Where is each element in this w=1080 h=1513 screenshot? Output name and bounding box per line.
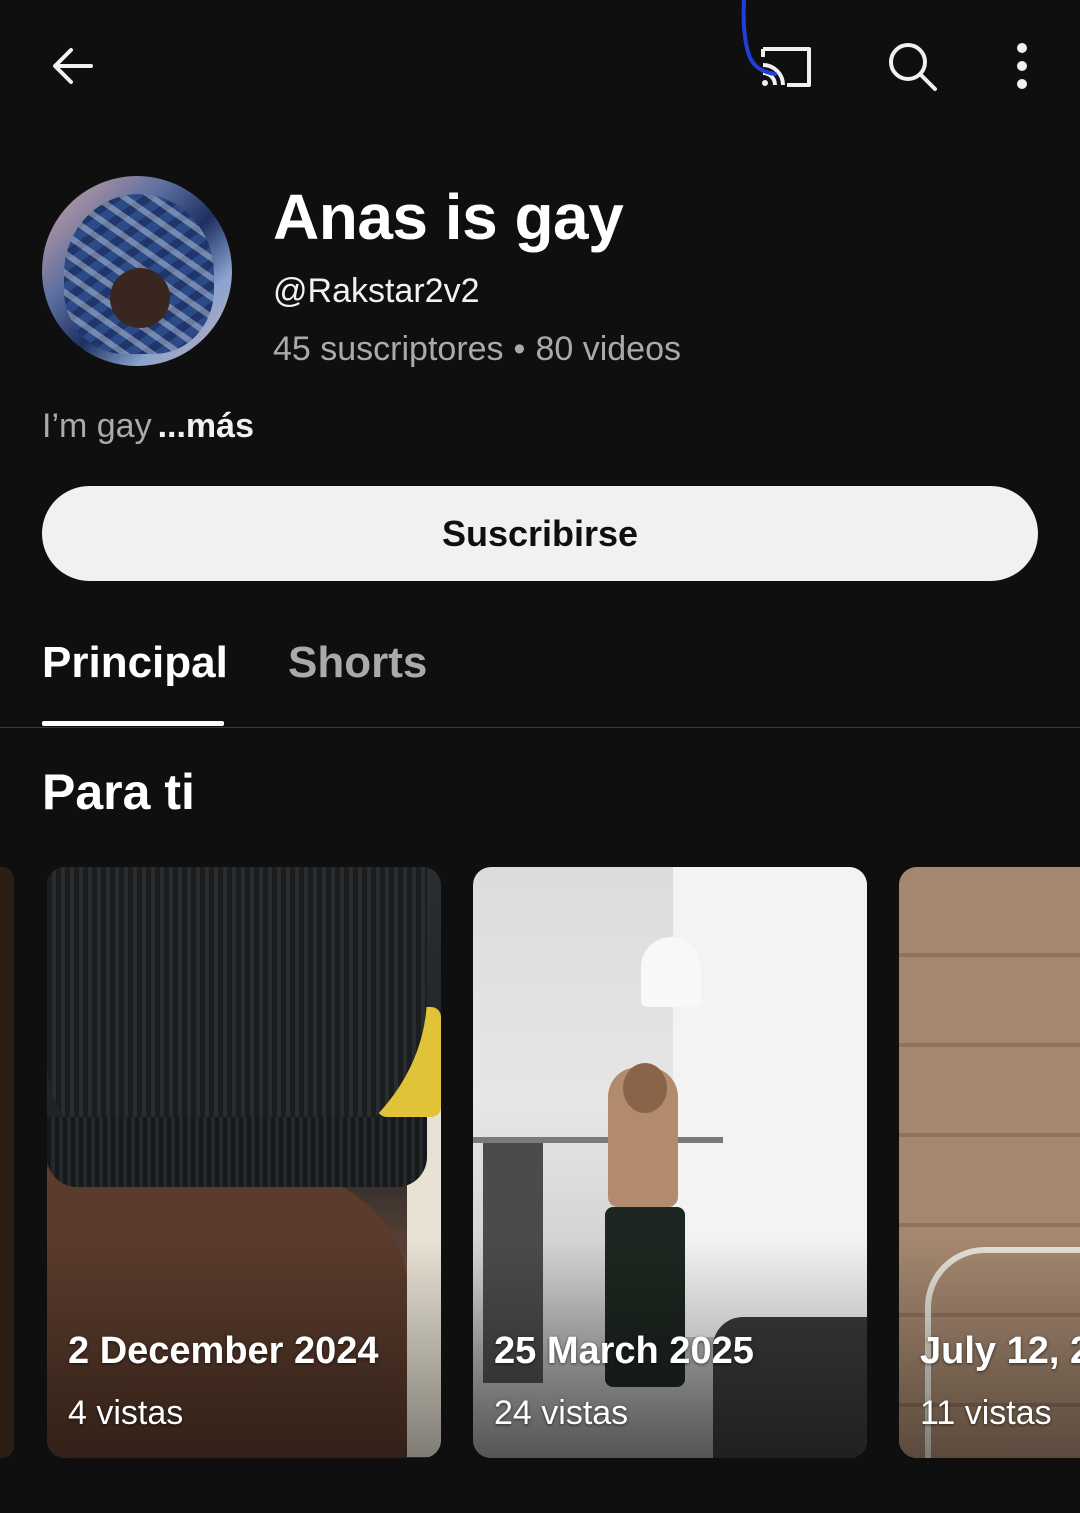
short-title: 2 December 2024 bbox=[68, 1330, 379, 1372]
video-count: 80 videos bbox=[535, 330, 681, 368]
avatar-face bbox=[110, 268, 170, 328]
short-title: 25 March 2025 bbox=[494, 1330, 754, 1372]
short-views: 24 vistas bbox=[494, 1394, 629, 1432]
short-views: 4 vistas bbox=[68, 1394, 184, 1432]
more-link[interactable]: ...más bbox=[158, 407, 254, 445]
arrow-left-icon bbox=[53, 48, 93, 84]
short-card[interactable]: 25 March 2025 24 vistas bbox=[473, 867, 867, 1458]
channel-tabs: Principal Shorts bbox=[0, 620, 1080, 728]
more-vertical-icon bbox=[1017, 43, 1027, 89]
tab-shorts[interactable]: Shorts bbox=[288, 638, 427, 688]
channel-stats: 45 suscriptores • 80 videos bbox=[273, 330, 681, 369]
search-icon bbox=[889, 43, 937, 91]
short-card[interactable]: July 12, 2 11 vistas bbox=[899, 867, 1080, 1458]
top-app-bar bbox=[0, 0, 1080, 130]
previous-card-edge[interactable] bbox=[0, 867, 14, 1458]
tab-selected-indicator bbox=[42, 721, 224, 726]
channel-description[interactable]: I’m gay ...más bbox=[42, 407, 254, 446]
section-title: Para ti bbox=[42, 764, 195, 820]
back-button[interactable] bbox=[40, 36, 106, 96]
subscribe-button[interactable]: Suscribirse bbox=[42, 486, 1038, 581]
short-title: July 12, 2 bbox=[920, 1330, 1080, 1372]
channel-handle: @Rakstar2v2 bbox=[273, 272, 480, 310]
channel-page: Anas is gay @Rakstar2v2 45 suscriptores •… bbox=[0, 0, 1080, 1513]
subscriber-count: 45 suscriptores bbox=[273, 330, 504, 368]
stats-separator: • bbox=[513, 330, 526, 368]
channel-name: Anas is gay bbox=[273, 181, 624, 253]
channel-avatar[interactable] bbox=[42, 176, 232, 366]
search-button[interactable] bbox=[880, 36, 944, 96]
description-text: I’m gay bbox=[42, 407, 152, 445]
short-views: 11 vistas bbox=[920, 1394, 1052, 1432]
annotation-stroke bbox=[741, 0, 777, 76]
more-options-button[interactable] bbox=[996, 36, 1048, 96]
tab-principal[interactable]: Principal bbox=[42, 638, 228, 688]
short-card[interactable]: 2 December 2024 4 vistas bbox=[47, 867, 441, 1458]
